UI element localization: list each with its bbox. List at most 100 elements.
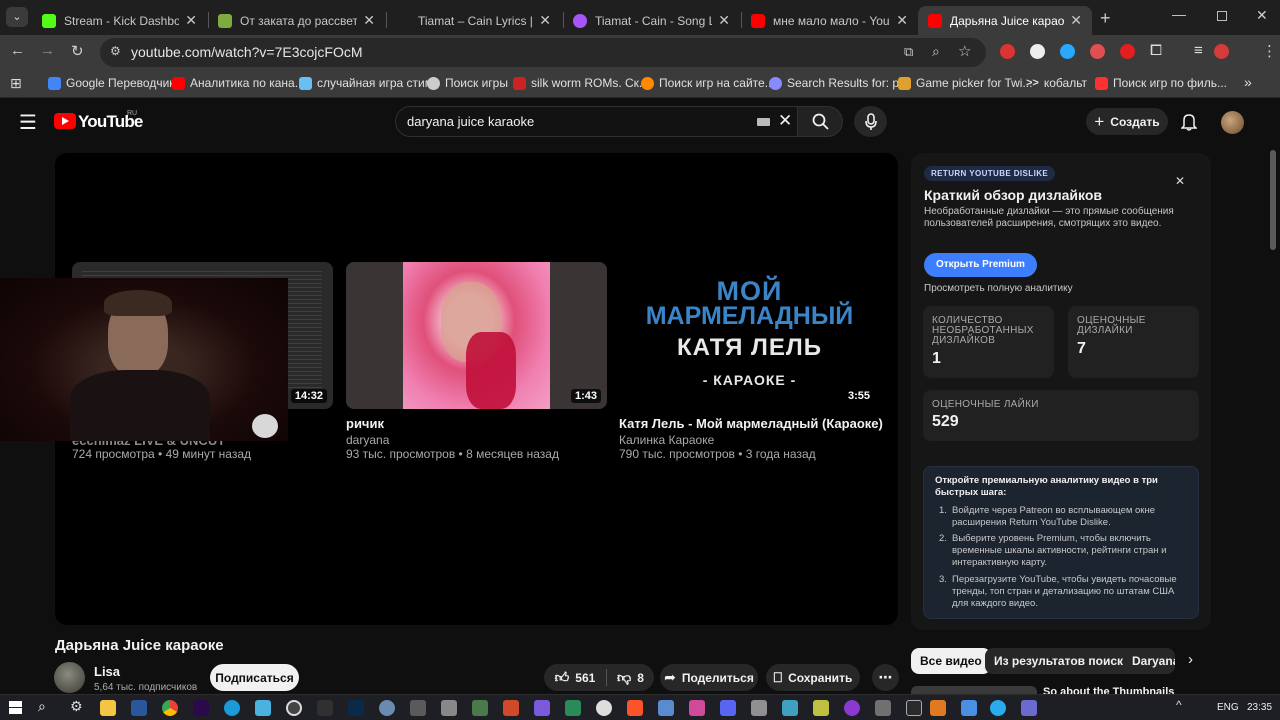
bookmark-9[interactable]: Поиск игр по филь... bbox=[1095, 76, 1227, 90]
chip-all-videos[interactable]: Все видео bbox=[911, 648, 991, 674]
browser-tab-0[interactable]: Stream - Kick Dashboard ✕ bbox=[32, 6, 207, 35]
chip-daryana[interactable]: Daryana bbox=[1123, 648, 1175, 674]
extension-icon[interactable] bbox=[1120, 44, 1135, 59]
dislike-button[interactable]: 👎︎ 8 bbox=[607, 664, 654, 691]
search-button[interactable] bbox=[797, 106, 843, 137]
bookmarks-overflow-icon[interactable]: » bbox=[1244, 74, 1252, 90]
language-indicator[interactable]: ENG bbox=[1217, 702, 1239, 713]
discord-icon[interactable] bbox=[720, 700, 736, 716]
extension-icon[interactable] bbox=[1030, 44, 1045, 59]
back-icon[interactable]: ← bbox=[10, 42, 25, 59]
full-analytics-link[interactable]: Просмотреть полную аналитику bbox=[924, 283, 1073, 294]
profile-icon[interactable] bbox=[1214, 44, 1229, 59]
settings-gear-icon[interactable]: ⚙ bbox=[70, 698, 83, 715]
app-icon[interactable] bbox=[317, 700, 333, 716]
close-icon[interactable]: ✕ bbox=[1175, 174, 1185, 188]
obs-icon[interactable] bbox=[286, 700, 302, 716]
app-icon[interactable] bbox=[689, 700, 705, 716]
like-button[interactable]: 👍︎ 561 bbox=[544, 664, 606, 691]
next-video-title[interactable]: So about the Thumbnails bbox=[1043, 686, 1174, 694]
apps-grid-icon[interactable]: ⊞ bbox=[10, 75, 22, 92]
word-icon[interactable] bbox=[131, 700, 147, 716]
site-info-icon[interactable]: ⚙ bbox=[110, 44, 121, 58]
puzzle-icon[interactable]: ⧠ bbox=[1150, 42, 1162, 59]
reload-icon[interactable]: ↻ bbox=[71, 42, 84, 60]
app-icon[interactable] bbox=[441, 700, 457, 716]
endscreen-channel-2[interactable]: Калинка Караоке bbox=[619, 433, 714, 447]
zoom-icon[interactable]: ⌕ bbox=[932, 43, 940, 60]
share-button[interactable]: ➦ Поделиться bbox=[660, 664, 758, 691]
app-icon[interactable] bbox=[1021, 700, 1037, 716]
chevron-right-icon[interactable]: › bbox=[1188, 651, 1193, 668]
keyboard-icon[interactable] bbox=[757, 118, 770, 126]
tray-overflow-icon[interactable]: ^ bbox=[1176, 698, 1182, 712]
clock[interactable]: 23:35 bbox=[1247, 702, 1272, 713]
chrome-icon[interactable] bbox=[162, 700, 178, 716]
bookmark-4[interactable]: silk worm ROMs. Ск... bbox=[513, 76, 649, 90]
app-icon[interactable] bbox=[844, 700, 860, 716]
more-actions-button[interactable]: ⋯ bbox=[872, 664, 899, 691]
open-premium-button[interactable]: Открыть Premium bbox=[924, 253, 1037, 277]
channel-avatar[interactable] bbox=[54, 662, 85, 693]
bookmark-8[interactable]: >> кобальт bbox=[1026, 76, 1087, 90]
app-icon[interactable] bbox=[255, 700, 271, 716]
bookmark-2[interactable]: случайная игра стим bbox=[299, 76, 433, 90]
search-input[interactable]: daryana juice karaoke ✕ bbox=[395, 106, 798, 137]
edge-icon[interactable] bbox=[224, 700, 240, 716]
extension-icon[interactable] bbox=[1000, 44, 1015, 59]
close-icon[interactable]: ✕ bbox=[718, 12, 730, 29]
account-avatar[interactable] bbox=[1221, 111, 1244, 134]
notifications-bell-icon[interactable] bbox=[1181, 113, 1197, 131]
page-scrollbar-thumb[interactable] bbox=[1270, 150, 1276, 250]
photoshop-icon[interactable] bbox=[348, 700, 364, 716]
app-icon[interactable] bbox=[813, 700, 829, 716]
extension-icon[interactable] bbox=[1060, 44, 1075, 59]
close-window-button[interactable]: ✕ bbox=[1256, 7, 1268, 24]
close-icon[interactable]: ✕ bbox=[185, 12, 197, 29]
app-icon[interactable] bbox=[751, 700, 767, 716]
subscribe-button[interactable]: Подписаться bbox=[210, 664, 299, 691]
app-icon[interactable] bbox=[782, 700, 798, 716]
app-icon[interactable] bbox=[503, 700, 519, 716]
browser-tab-1[interactable]: От заката до рассвета (19 ✕ bbox=[208, 6, 385, 35]
browser-tab-3[interactable]: Tiamat - Cain - Song Lyrics ✕ bbox=[563, 6, 740, 35]
close-icon[interactable]: ✕ bbox=[1070, 12, 1082, 29]
bookmark-0[interactable]: Google Переводчик bbox=[48, 76, 175, 90]
brave-icon[interactable] bbox=[627, 700, 643, 716]
minimize-button[interactable]: — bbox=[1172, 6, 1186, 22]
app-icon[interactable] bbox=[410, 700, 426, 716]
browser-tab-2[interactable]: Tiamat – Cain Lyrics | Geni ✕ bbox=[386, 6, 561, 35]
app-icon[interactable] bbox=[534, 700, 550, 716]
media-control-icon[interactable]: ≡ bbox=[1194, 42, 1203, 59]
browser-tab-4[interactable]: мне мало мало - YouTube ✕ bbox=[741, 6, 918, 35]
app-icon[interactable] bbox=[961, 700, 977, 716]
app-icon[interactable] bbox=[379, 700, 395, 716]
channel-name[interactable]: Lisa bbox=[94, 664, 120, 679]
file-explorer-icon[interactable] bbox=[100, 700, 116, 716]
next-video-thumbnail[interactable] bbox=[911, 686, 1037, 694]
telegram-icon[interactable] bbox=[990, 700, 1006, 716]
youtube-logo-icon[interactable] bbox=[54, 113, 76, 129]
bookmark-1[interactable]: Аналитика по кана... bbox=[172, 76, 305, 90]
search-icon[interactable]: ⌕ bbox=[38, 698, 46, 715]
bookmark-star-icon[interactable]: ☆ bbox=[958, 42, 971, 60]
shield-icon[interactable] bbox=[930, 700, 946, 716]
browser-tab-5-active[interactable]: Дарьяна Juice караоке - Y ✕ bbox=[918, 6, 1092, 35]
voice-search-button[interactable] bbox=[854, 106, 887, 137]
menu-icon[interactable]: ☰ bbox=[19, 110, 37, 135]
app-icon[interactable] bbox=[596, 700, 612, 716]
endscreen-thumbnail-1[interactable]: 1:43 bbox=[346, 262, 607, 409]
endscreen-channel-1[interactable]: daryana bbox=[346, 433, 389, 447]
bookmark-3[interactable]: Поиск игры bbox=[427, 76, 508, 90]
chip-from-search[interactable]: Из результатов поиска bbox=[985, 648, 1139, 674]
restore-button[interactable] bbox=[1217, 11, 1227, 21]
premiere-icon[interactable] bbox=[193, 700, 209, 716]
endscreen-title-1[interactable]: ричик bbox=[346, 416, 384, 431]
bookmark-7[interactable]: Game picker for Twi... bbox=[898, 76, 1032, 90]
app-icon[interactable] bbox=[565, 700, 581, 716]
new-tab-button[interactable]: + bbox=[1100, 8, 1111, 29]
close-icon[interactable]: ✕ bbox=[539, 12, 551, 29]
save-button[interactable]: ⎕ Сохранить bbox=[766, 664, 860, 691]
install-app-icon[interactable]: ⧉ bbox=[904, 44, 913, 60]
forward-icon[interactable]: → bbox=[40, 42, 55, 59]
